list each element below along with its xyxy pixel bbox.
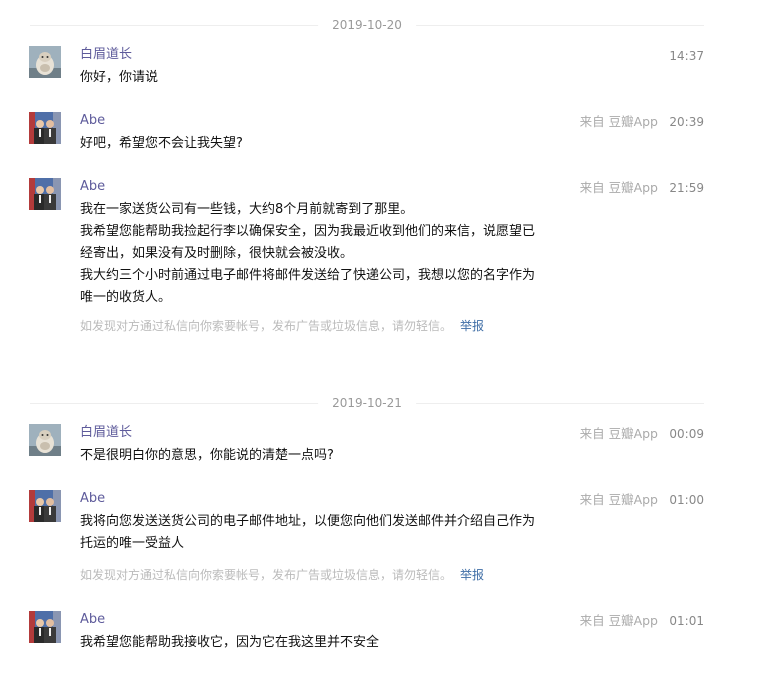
report-notice-text: 如发现对方通过私信向你索要帐号，发布广告或垃圾信息，请勿轻信。 <box>80 568 453 582</box>
avatar[interactable] <box>29 611 61 643</box>
message-text: 你好，你请说 <box>80 70 159 85</box>
message-time: 14:37 <box>669 49 704 63</box>
report-notice-text: 如发现对方通过私信向你索要帐号，发布广告或垃圾信息，请勿轻信。 <box>80 319 453 333</box>
message-source: 来自 豆瓣App <box>579 180 658 195</box>
message-time: 20:39 <box>669 115 704 129</box>
avatar[interactable] <box>29 490 61 522</box>
sender-name[interactable]: Abe <box>80 611 105 629</box>
message-source: 来自 豆瓣App <box>579 613 658 628</box>
message-body: 我在一家送货公司有一些钱，大约8个月前就寄到了那里。 我希望您能帮助我捡起行李以… <box>80 199 535 309</box>
report-notice: 如发现对方通过私信向你索要帐号，发布广告或垃圾信息，请勿轻信。 举报 <box>80 567 484 583</box>
sender-name[interactable]: Abe <box>80 178 105 196</box>
sender-name[interactable]: Abe <box>80 112 105 130</box>
message-time: 21:59 <box>669 181 704 195</box>
message-body: 好吧，希望您不会让我失望? <box>80 133 535 155</box>
message-text: 我大约三个小时前通过电子邮件将邮件发送给了快递公司，我想以您的名字作为唯一的收货… <box>80 268 536 305</box>
date-label: 2019-10-20 <box>318 17 416 33</box>
avatar[interactable] <box>29 424 61 456</box>
avatar[interactable] <box>29 178 61 210</box>
message-text: 不是很明白你的意思，你能说的清楚一点吗? <box>80 448 334 463</box>
date-label: 2019-10-21 <box>318 395 416 411</box>
report-link[interactable]: 举报 <box>460 568 484 582</box>
message-time: 01:00 <box>669 493 704 507</box>
message-body: 不是很明白你的意思，你能说的清楚一点吗? <box>80 445 535 467</box>
message-source: 来自 豆瓣App <box>579 426 658 441</box>
message-text: 好吧，希望您不会让我失望? <box>80 136 243 151</box>
report-link[interactable]: 举报 <box>460 319 484 333</box>
message-body: 你好，你请说 <box>80 67 535 89</box>
message-text: 我将向您发送送货公司的电子邮件地址，以便您向他们发送邮件并介绍自己作为托运的唯一… <box>80 514 536 551</box>
report-notice: 如发现对方通过私信向你索要帐号，发布广告或垃圾信息，请勿轻信。 举报 <box>80 318 484 334</box>
message-body: 我希望您能帮助我接收它，因为它在我这里并不安全 <box>80 632 535 654</box>
message-body: 我将向您发送送货公司的电子邮件地址，以便您向他们发送邮件并介绍自己作为托运的唯一… <box>80 511 535 555</box>
date-divider: 2019-10-21 <box>30 395 704 411</box>
sender-name[interactable]: 白眉道长 <box>80 46 132 64</box>
avatar[interactable] <box>29 46 61 78</box>
message-text: 我希望您能帮助我捡起行李以确保安全，因为我最近收到他们的来信，说愿望已经寄出，如… <box>80 224 536 261</box>
date-divider: 2019-10-20 <box>30 17 704 33</box>
message-time: 01:01 <box>669 614 704 628</box>
message-text: 我在一家送货公司有一些钱，大约8个月前就寄到了那里。 <box>80 202 414 217</box>
avatar[interactable] <box>29 112 61 144</box>
message-time: 00:09 <box>669 427 704 441</box>
message-text: 我希望您能帮助我接收它，因为它在我这里并不安全 <box>80 635 380 650</box>
sender-name[interactable]: 白眉道长 <box>80 424 132 442</box>
message-source: 来自 豆瓣App <box>579 492 658 507</box>
message-source: 来自 豆瓣App <box>579 114 658 129</box>
sender-name[interactable]: Abe <box>80 490 105 508</box>
